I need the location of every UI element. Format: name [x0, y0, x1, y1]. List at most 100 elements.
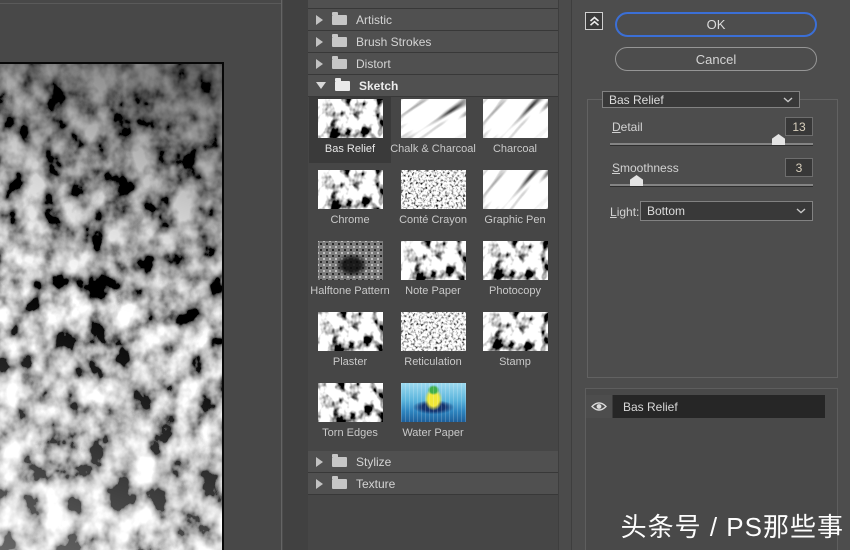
- reticulation-thumbnail[interactable]: [400, 312, 466, 351]
- open-folder-icon: [335, 77, 350, 91]
- stamp-thumbnail[interactable]: [482, 312, 548, 351]
- sketch-filter-grid: Bas Relief Chalk & Charcoal Charcoal Chr…: [308, 97, 558, 451]
- filter-thumbnail-label: Graphic Pen: [484, 214, 546, 226]
- filter-cell-halftone-pattern[interactable]: Halftone Pattern: [309, 239, 391, 305]
- ok-button[interactable]: OK: [615, 12, 817, 37]
- dialog-frame-line: [0, 3, 281, 4]
- filter-cell-photocopy[interactable]: Photocopy: [474, 239, 556, 305]
- filter-category-list: Artistic Brush Strokes Distort Sketch Ba…: [308, 0, 558, 550]
- filter-thumbnail-label: Halftone Pattern: [310, 285, 390, 297]
- collapse-thumbnails-button[interactable]: [585, 12, 603, 30]
- filter-cell-stamp[interactable]: Stamp: [474, 310, 556, 376]
- filter-thumbnail-label: Torn Edges: [322, 427, 378, 439]
- torn-edges-thumbnail[interactable]: [317, 383, 383, 422]
- watermark-text: 头条号 / PS那些事: [620, 512, 844, 542]
- light-select-value: Bottom: [647, 204, 686, 218]
- smoothness-value-field[interactable]: 3: [785, 158, 813, 177]
- filter-thumbnail-label: Reticulation: [404, 356, 462, 368]
- conte-crayon-thumbnail[interactable]: [400, 170, 466, 209]
- expand-arrow-icon[interactable]: [316, 14, 323, 25]
- photocopy-thumbnail[interactable]: [482, 241, 548, 280]
- light-select-dropdown[interactable]: Bottom: [640, 201, 813, 221]
- filter-cell-graphic-pen[interactable]: Graphic Pen: [474, 168, 556, 234]
- filter-cell-conte-crayon[interactable]: Conté Crayon: [392, 168, 474, 234]
- filter-cell-chalk-charcoal[interactable]: Chalk & Charcoal: [390, 97, 476, 163]
- expand-arrow-icon[interactable]: [316, 456, 323, 467]
- category-label: Artistic: [356, 12, 392, 27]
- category-stylize[interactable]: Stylize: [308, 451, 558, 473]
- smoothness-value: 3: [795, 160, 803, 175]
- smoothness-slider[interactable]: [610, 175, 813, 187]
- filter-thumbnail-label: Bas Relief: [324, 143, 376, 155]
- eye-icon: [591, 402, 607, 411]
- filter-cell-note-paper[interactable]: Note Paper: [392, 239, 474, 305]
- cancel-button[interactable]: Cancel: [615, 47, 817, 71]
- smoothness-label-accesskey: S: [612, 161, 621, 175]
- category-label: Stylize: [356, 454, 392, 469]
- category-label: Brush Strokes: [356, 34, 432, 49]
- detail-value-field[interactable]: 13: [785, 117, 813, 136]
- filter-cell-chrome[interactable]: Chrome: [309, 168, 391, 234]
- folder-icon: [332, 33, 347, 47]
- collapse-arrow-icon[interactable]: [316, 82, 326, 89]
- filter-thumbnail-label: Note Paper: [405, 285, 461, 297]
- smoothness-label-rest: moothness: [620, 161, 679, 175]
- filter-cell-water-paper[interactable]: Water Paper: [392, 381, 474, 447]
- category-label: Distort: [356, 56, 391, 71]
- filter-thumbnail-label: Plaster: [332, 356, 368, 368]
- filter-thumbnail-label: Conté Crayon: [399, 214, 467, 226]
- filter-thumbnail-label: Water Paper: [402, 427, 464, 439]
- filter-thumbnail-label: Charcoal: [492, 143, 538, 155]
- detail-label: Detail: [612, 120, 643, 134]
- detail-label-accesskey: D: [612, 120, 621, 134]
- expand-arrow-icon[interactable]: [316, 36, 323, 47]
- filter-cell-bas-relief[interactable]: Bas Relief: [309, 97, 391, 163]
- halftone-pattern-thumbnail[interactable]: [317, 241, 383, 280]
- folder-icon: [332, 55, 347, 69]
- list-top-edge: [308, 0, 558, 9]
- pane-gutter: [283, 0, 308, 550]
- category-artistic[interactable]: Artistic: [308, 9, 558, 31]
- filter-cell-charcoal[interactable]: Charcoal: [474, 97, 556, 163]
- filter-select-dropdown[interactable]: Bas Relief: [602, 91, 800, 108]
- charcoal-thumbnail[interactable]: [482, 99, 548, 138]
- light-label: Light:: [610, 205, 639, 219]
- cancel-button-label: Cancel: [695, 51, 737, 67]
- filter-thumbnail-label: Photocopy: [489, 285, 541, 297]
- category-sketch[interactable]: Sketch: [308, 75, 558, 97]
- filter-thumbnail-label: Chalk & Charcoal: [390, 143, 476, 155]
- expand-arrow-icon[interactable]: [316, 478, 323, 489]
- chrome-thumbnail[interactable]: [317, 170, 383, 209]
- chalk-charcoal-thumbnail[interactable]: [400, 99, 466, 138]
- filter-cell-torn-edges[interactable]: Torn Edges: [309, 381, 391, 447]
- expand-arrow-icon[interactable]: [316, 58, 323, 69]
- bas-relief-thumbnail[interactable]: [317, 99, 383, 138]
- applied-filter-row[interactable]: Bas Relief: [586, 395, 825, 418]
- filter-preview-image[interactable]: [0, 62, 224, 550]
- filter-list-scrollbar[interactable]: [558, 0, 572, 550]
- category-brush-strokes[interactable]: Brush Strokes: [308, 31, 558, 53]
- category-distort[interactable]: Distort: [308, 53, 558, 75]
- ok-button-label: OK: [706, 17, 726, 32]
- smoothness-label: Smoothness: [612, 161, 679, 175]
- graphic-pen-thumbnail[interactable]: [482, 170, 548, 209]
- note-paper-thumbnail[interactable]: [400, 241, 466, 280]
- folder-icon: [332, 11, 347, 25]
- preview-pane: [0, 0, 282, 550]
- visibility-toggle[interactable]: [586, 395, 613, 418]
- light-label-accesskey: L: [610, 205, 617, 219]
- chevron-down-icon: [783, 96, 793, 103]
- filter-cell-plaster[interactable]: Plaster: [309, 310, 391, 376]
- plaster-thumbnail[interactable]: [317, 312, 383, 351]
- category-texture[interactable]: Texture: [308, 473, 558, 495]
- chevron-down-icon: [796, 208, 806, 214]
- filter-settings-group: [587, 99, 838, 378]
- filter-thumbnail-label: Stamp: [499, 356, 531, 368]
- filter-cell-reticulation[interactable]: Reticulation: [392, 310, 474, 376]
- detail-slider[interactable]: [610, 134, 813, 146]
- light-label-rest: ight:: [616, 205, 640, 219]
- folder-icon: [332, 475, 347, 489]
- folder-icon: [332, 453, 347, 467]
- water-paper-thumbnail[interactable]: [400, 383, 466, 422]
- filter-thumbnail-label: Chrome: [330, 214, 370, 226]
